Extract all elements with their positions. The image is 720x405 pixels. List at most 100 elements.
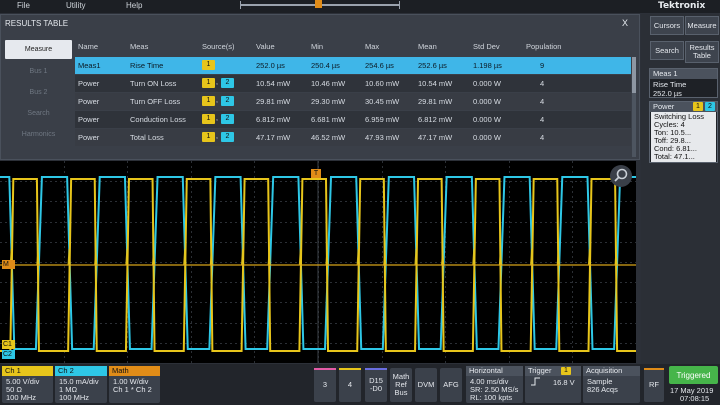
dvm-button[interactable]: DVM (415, 368, 437, 402)
power-source-ch1-badge: 1 (693, 102, 703, 111)
cell-mean: 6.812 mW (418, 115, 453, 124)
cell-mean: 47.17 mW (418, 133, 453, 142)
table-row[interactable]: Power Turn OFF Loss 1 , 2 29.81 mW 29.30… (75, 93, 631, 110)
trigger-position-handle[interactable] (315, 0, 322, 8)
tab-measure[interactable]: Measure (5, 40, 72, 59)
cell-meas: Turn OFF Loss (130, 97, 181, 106)
ch1-badge[interactable]: Ch 1 5.00 V/div 50 Ω 100 MHz (2, 366, 53, 403)
cell-value: 29.81 mW (256, 97, 291, 106)
trigger-marker[interactable]: T (311, 169, 321, 178)
col-header-sources[interactable]: Source(s) (202, 42, 235, 51)
cell-min: 10.46 mW (311, 79, 346, 88)
source-separator: , (216, 115, 218, 122)
math-title: Math (109, 366, 160, 376)
power-source-ch2-badge: 2 (705, 102, 715, 111)
cell-std-dev: 0.000 W (473, 133, 501, 142)
source-separator: , (216, 133, 218, 140)
ch4-color-bar (339, 368, 361, 370)
results-grid: Name Meas Source(s) Value Min Max Mean S… (75, 37, 635, 159)
afg-button[interactable]: AFG (440, 368, 462, 402)
ch2-bandwidth: 100 MHz (59, 393, 90, 402)
horizontal-badge[interactable]: Horizontal 4.00 ms/div SR: 2.50 MS/s RL:… (466, 366, 523, 403)
acquisition-count: 826 Acqs (587, 385, 618, 394)
dvm-label: DVM (417, 380, 435, 389)
afg-label: AFG (443, 380, 459, 389)
meas1-badge[interactable]: Meas 1 Rise Time 252.0 µs (649, 68, 718, 98)
results-table-button[interactable]: Results Table (685, 41, 719, 63)
table-row[interactable]: Power Conduction Loss 1 , 2 6.812 mW 6.6… (75, 111, 631, 128)
col-header-min[interactable]: Min (311, 42, 323, 51)
ch1-marker[interactable]: C1 (2, 340, 15, 349)
cell-max: 47.93 mW (365, 133, 400, 142)
acquisition-title: Acquisition (583, 366, 640, 376)
results-scroll-thumb[interactable] (632, 57, 636, 93)
col-header-mean[interactable]: Mean (418, 42, 437, 51)
col-header-population[interactable]: Population (526, 42, 561, 51)
record-length: RL: 100 kpts (470, 393, 513, 402)
source-ch2-badge: 2 (221, 78, 234, 88)
tab-search[interactable]: Search (5, 104, 72, 123)
col-header-meas[interactable]: Meas (130, 42, 148, 51)
math-ref-bus-label: Math Ref Bus (392, 372, 410, 397)
ch2-badge[interactable]: Ch 2 15.0 mA/div 1 MΩ 100 MHz (55, 366, 107, 403)
trigger-source-badge: 1 (561, 367, 571, 375)
cell-min: 29.30 mW (311, 97, 346, 106)
cell-value: 47.17 mW (256, 133, 291, 142)
channel-3-button[interactable]: 3 (314, 368, 336, 402)
channel-4-button[interactable]: 4 (339, 368, 361, 402)
results-table-panel: RESULTS TABLE X Measure Bus 1 Bus 2 Sear… (0, 14, 640, 160)
slider-end-tick (399, 1, 400, 9)
acquisition-badge[interactable]: Acquisition Sample 826 Acqs (583, 366, 640, 403)
ch1-title: Ch 1 (2, 366, 53, 376)
rf-label: RF (649, 380, 659, 389)
tab-bus-1[interactable]: Bus 1 (5, 62, 72, 81)
source-ch1-badge: 1 (202, 132, 215, 142)
waveform-display[interactable]: M C1 C2 T (0, 161, 636, 363)
col-header-value[interactable]: Value (256, 42, 275, 51)
source-ch2-badge: 2 (221, 96, 234, 106)
cell-population: 4 (540, 97, 545, 106)
digital-channels-button[interactable]: D15 -D0 (365, 368, 387, 402)
menu-utility[interactable]: Utility (66, 1, 86, 10)
menu-file[interactable]: File (17, 1, 30, 10)
col-header-std-dev[interactable]: Std Dev (473, 42, 500, 51)
cell-name: Power (78, 115, 100, 124)
power-badge[interactable]: Power 1 2 Switching Loss Cycles: 4 Ton: … (649, 101, 718, 163)
tab-harmonics[interactable]: Harmonics (5, 125, 72, 144)
menu-help[interactable]: Help (126, 1, 142, 10)
math-marker[interactable]: M (2, 260, 15, 269)
cell-max: 10.60 mW (365, 79, 400, 88)
meas1-type: Rise Time (653, 80, 687, 89)
trigger-badge[interactable]: Trigger 1 16.8 V (525, 366, 581, 403)
ch3-label: 3 (322, 380, 328, 389)
ch1-bandwidth: 100 MHz (6, 393, 37, 402)
close-icon[interactable]: X (622, 18, 628, 28)
col-header-max[interactable]: Max (365, 42, 379, 51)
waveform-svg (0, 161, 636, 363)
horizontal-position-slider[interactable] (240, 0, 400, 9)
rf-button[interactable]: RF (644, 368, 664, 402)
trigger-title: Trigger (525, 366, 581, 376)
tab-bus-2[interactable]: Bus 2 (5, 83, 72, 102)
search-button[interactable]: Search (650, 41, 684, 60)
meas1-value: 252.0 µs (653, 89, 682, 98)
measure-button[interactable]: Measure (685, 16, 719, 35)
cell-population: 4 (540, 79, 545, 88)
cell-min: 46.52 mW (311, 133, 346, 142)
cell-value: 10.54 mW (256, 79, 291, 88)
zoom-icon[interactable] (610, 165, 632, 187)
col-header-name[interactable]: Name (78, 42, 98, 51)
ch3-color-bar (314, 368, 336, 370)
ch2-marker[interactable]: C2 (2, 350, 15, 359)
bottom-bar: Ch 1 5.00 V/div 50 Ω 100 MHz Ch 2 15.0 m… (0, 364, 720, 405)
cursors-button[interactable]: Cursors (650, 16, 684, 35)
trigger-slope-icon (531, 377, 541, 388)
trigger-status-badge[interactable]: Triggered (669, 366, 718, 384)
table-row[interactable]: Power Turn ON Loss 1 , 2 10.54 mW 10.46 … (75, 75, 631, 92)
table-row[interactable]: Power Total Loss 1 , 2 47.17 mW 46.52 mW… (75, 129, 631, 146)
table-row[interactable]: Meas1 Rise Time 1 252.0 µs 250.4 µs 254.… (75, 57, 631, 74)
math-badge[interactable]: Math 1.00 W/div Ch 1 * Ch 2 (109, 366, 160, 403)
cell-meas: Total Loss (130, 133, 164, 142)
math-ref-bus-button[interactable]: Math Ref Bus (390, 368, 412, 402)
source-ch1-badge: 1 (202, 114, 215, 124)
